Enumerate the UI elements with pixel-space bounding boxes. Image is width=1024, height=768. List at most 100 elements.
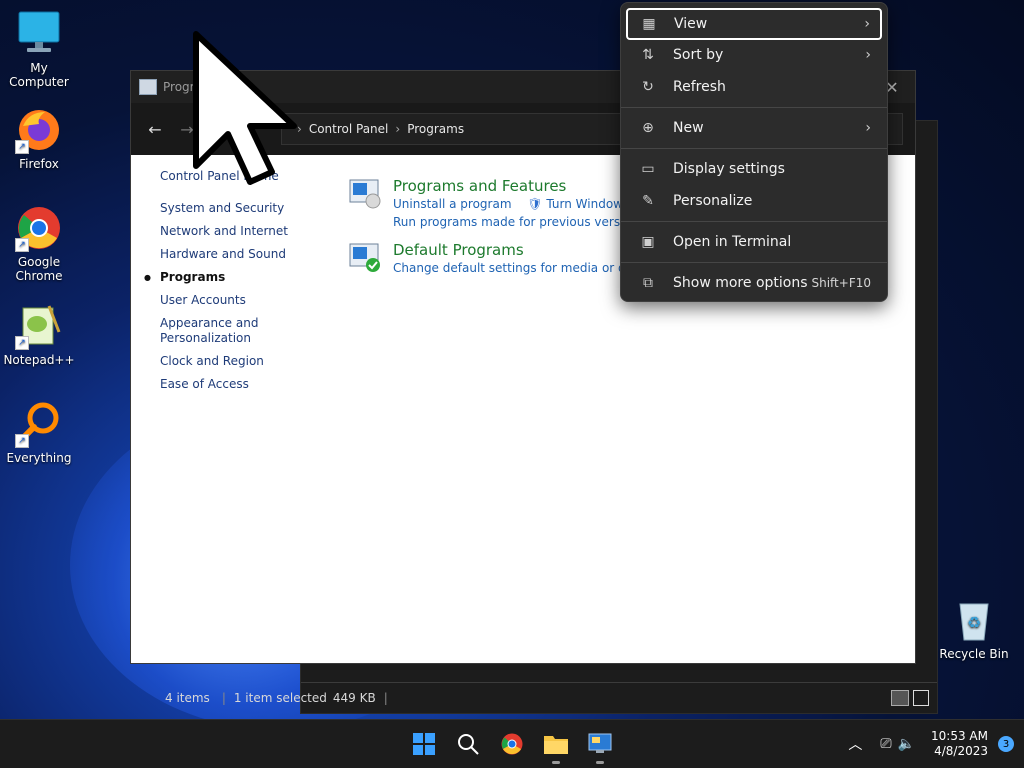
everything-search-icon: ↗ bbox=[15, 400, 63, 448]
shortcut-arrow-icon: ↗ bbox=[15, 238, 29, 252]
menu-item-show-more-options[interactable]: ⧉ Show more options Shift+F10 bbox=[627, 269, 881, 297]
control-panel-icon bbox=[588, 733, 612, 753]
sidebar-item-user-accounts[interactable]: User Accounts bbox=[160, 293, 320, 308]
menu-item-label: Display settings bbox=[673, 161, 785, 177]
default-programs-icon bbox=[349, 241, 381, 273]
recycle-bin-icon: ♻ bbox=[950, 596, 998, 644]
desktop-icon-label: Firefox bbox=[19, 157, 59, 171]
monitor-icon bbox=[15, 10, 63, 58]
sidebar-item-programs[interactable]: Programs bbox=[144, 270, 320, 285]
sidebar: Control Panel Home System and Security N… bbox=[144, 169, 320, 400]
uac-shield-icon: 🛡 bbox=[527, 197, 543, 211]
breadcrumb-programs[interactable]: Programs bbox=[407, 122, 464, 136]
sidebar-item-ease-of-access[interactable]: Ease of Access bbox=[160, 377, 320, 392]
desktop-icon-label: Everything bbox=[6, 451, 72, 465]
uninstall-program-link[interactable]: Uninstall a program bbox=[393, 197, 512, 211]
start-button[interactable] bbox=[410, 730, 438, 758]
chrome-icon bbox=[501, 733, 523, 755]
desktop-icon-chrome[interactable]: ↗ Google Chrome bbox=[1, 204, 77, 283]
menu-separator bbox=[621, 148, 887, 149]
desktop-icon-label: Google Chrome bbox=[15, 255, 63, 283]
menu-item-label: Refresh bbox=[673, 79, 726, 95]
display-settings-icon: ▭ bbox=[641, 161, 655, 177]
status-item-count: 4 items bbox=[165, 691, 210, 705]
desktop-icon-everything[interactable]: ↗ Everything bbox=[1, 400, 77, 465]
menu-item-open-terminal[interactable]: ▣ Open in Terminal bbox=[627, 228, 881, 256]
sidebar-item-system-security[interactable]: System and Security bbox=[160, 201, 320, 216]
firefox-icon: ↗ bbox=[15, 106, 63, 154]
shortcut-arrow-icon: ↗ bbox=[15, 434, 29, 448]
new-plus-icon: ⊕ bbox=[642, 120, 654, 136]
show-hidden-icons-button[interactable]: ︿ bbox=[848, 734, 862, 754]
menu-item-sort-by[interactable]: ⇅ Sort by › bbox=[627, 41, 881, 69]
menu-item-label: Open in Terminal bbox=[673, 234, 792, 250]
desktop-icon-label: Notepad++ bbox=[3, 353, 75, 367]
shortcut-label: Shift+F10 bbox=[811, 276, 871, 290]
desktop-icon-my-computer[interactable]: My Computer bbox=[1, 10, 77, 89]
menu-item-new[interactable]: ⊕ New › bbox=[627, 114, 881, 142]
desktop-icon-firefox[interactable]: ↗ Firefox bbox=[1, 106, 77, 171]
chrome-icon: ↗ bbox=[15, 204, 63, 252]
running-indicator bbox=[552, 761, 560, 764]
chevron-right-icon: › bbox=[865, 47, 871, 63]
system-tray: ︿ ⎚ 🔈 10:53 AM 4/8/2023 3 bbox=[848, 720, 1024, 768]
menu-item-display-settings[interactable]: ▭ Display settings bbox=[627, 155, 881, 183]
search-icon bbox=[458, 734, 479, 755]
desktop-icon-recycle-bin[interactable]: ♻ Recycle Bin bbox=[936, 596, 1012, 661]
desktop-icon-label: Recycle Bin bbox=[939, 647, 1009, 661]
menu-item-label: View bbox=[674, 16, 708, 32]
clock-time: 10:53 AM bbox=[931, 729, 988, 743]
shortcut-arrow-icon: ↗ bbox=[15, 140, 29, 154]
taskbar-chrome[interactable] bbox=[498, 730, 526, 758]
sidebar-item-appearance[interactable]: Appearance and Personalization bbox=[160, 316, 270, 346]
taskbar: ︿ ⎚ 🔈 10:53 AM 4/8/2023 3 bbox=[0, 719, 1024, 768]
menu-separator bbox=[621, 262, 887, 263]
taskbar-file-explorer[interactable] bbox=[542, 730, 570, 764]
menu-item-label: Sort by bbox=[673, 47, 724, 63]
windows-logo-icon bbox=[413, 733, 435, 755]
desktop-icon-label: My Computer bbox=[9, 61, 69, 89]
clock-date: 4/8/2023 bbox=[934, 744, 988, 758]
sidebar-item-hardware-sound[interactable]: Hardware and Sound bbox=[160, 247, 320, 262]
menu-item-view[interactable]: ▦ View › bbox=[626, 8, 882, 40]
personalize-pen-icon: ✎ bbox=[642, 193, 654, 209]
menu-item-personalize[interactable]: ✎ Personalize bbox=[627, 187, 881, 215]
status-selected: 1 item selected bbox=[233, 691, 327, 705]
chevron-right-icon: › bbox=[864, 16, 870, 32]
running-indicator bbox=[596, 761, 604, 764]
sidebar-item-clock-region[interactable]: Clock and Region bbox=[160, 354, 320, 369]
shortcut-arrow-icon: ↗ bbox=[15, 336, 29, 350]
menu-item-label: Show more options bbox=[673, 275, 808, 291]
control-panel-icon bbox=[139, 79, 157, 95]
menu-item-refresh[interactable]: ↻ Refresh bbox=[627, 73, 881, 101]
folder-icon bbox=[544, 736, 568, 754]
view-grid-icon: ▦ bbox=[642, 16, 656, 32]
back-button[interactable]: ← bbox=[139, 113, 171, 145]
menu-item-label: New bbox=[673, 120, 704, 136]
desktop-context-menu: ▦ View › ⇅ Sort by › ↻ Refresh ⊕ New › ▭… bbox=[620, 2, 888, 302]
search-button[interactable] bbox=[454, 730, 482, 758]
status-bar: 4 items | 1 item selected 449 KB | bbox=[165, 682, 937, 713]
notification-badge[interactable]: 3 bbox=[998, 736, 1014, 752]
tiles-view-button[interactable] bbox=[913, 690, 929, 706]
details-view-button[interactable] bbox=[891, 690, 909, 706]
more-options-icon: ⧉ bbox=[643, 275, 653, 291]
run-older-programs-link[interactable]: Run programs made for previous versions … bbox=[393, 215, 656, 229]
menu-separator bbox=[621, 221, 887, 222]
sort-icon: ⇅ bbox=[642, 47, 654, 63]
svg-text:♻: ♻ bbox=[967, 613, 981, 632]
taskbar-control-panel[interactable] bbox=[586, 730, 614, 764]
volume-icon[interactable]: 🔈 bbox=[898, 736, 915, 752]
network-icon[interactable]: ⎚ bbox=[880, 736, 891, 752]
menu-item-label: Personalize bbox=[673, 193, 753, 209]
programs-features-icon bbox=[349, 177, 381, 209]
notepadpp-icon: ↗ bbox=[15, 302, 63, 350]
change-default-settings-link[interactable]: Change default settings for media or dev… bbox=[393, 261, 657, 275]
desktop-icon-notepadpp[interactable]: ↗ Notepad++ bbox=[1, 302, 77, 367]
clock[interactable]: 10:53 AM 4/8/2023 bbox=[931, 729, 988, 759]
menu-separator bbox=[621, 107, 887, 108]
breadcrumb-control-panel[interactable]: Control Panel bbox=[309, 122, 389, 136]
refresh-icon: ↻ bbox=[642, 79, 654, 95]
status-size: 449 KB bbox=[332, 691, 376, 705]
sidebar-item-network-internet[interactable]: Network and Internet bbox=[160, 224, 320, 239]
